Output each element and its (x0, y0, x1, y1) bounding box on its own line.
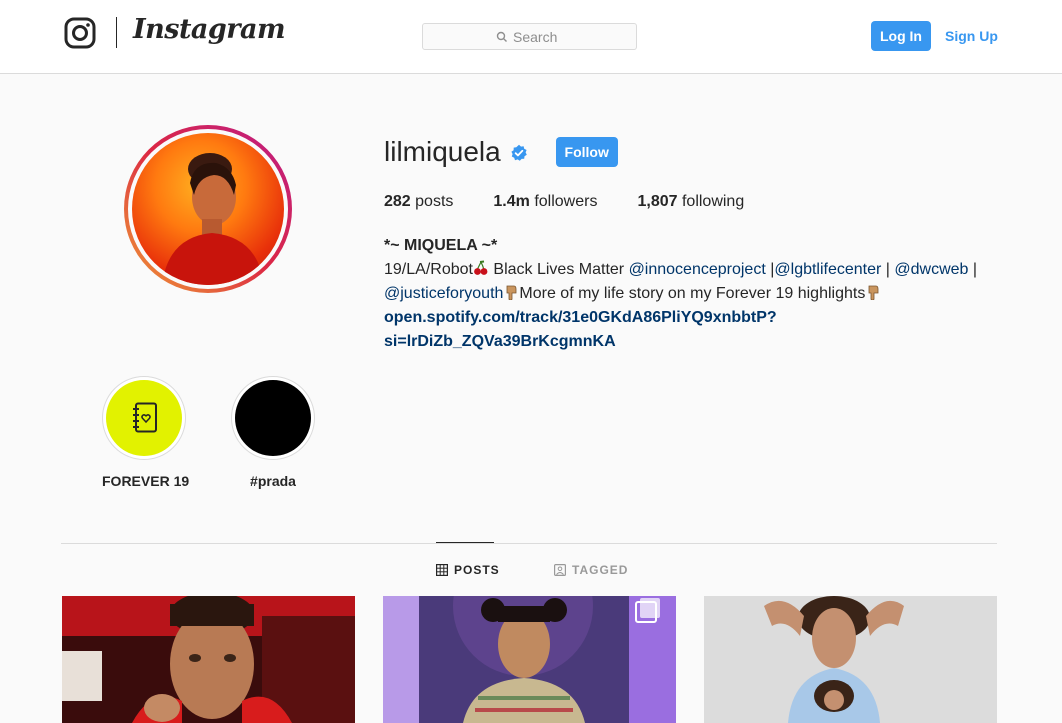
bio-display-name: *~ MIQUELA ~* (384, 237, 498, 254)
avatar-portrait-image (162, 153, 264, 285)
mention-link[interactable]: @justiceforyouth (384, 285, 503, 302)
profile-stats: 282 posts 1.4m followers 1,807 following (384, 193, 784, 211)
post-thumbnail[interactable] (383, 596, 676, 723)
top-navigation-bar: Instagram Log In Sign Up (0, 0, 1062, 74)
bio-text: More of my life story on my Forever 19 h… (519, 285, 866, 302)
follow-button[interactable]: Follow (555, 137, 618, 167)
pointing-down-emoji-icon (868, 285, 879, 300)
avatar-ring-gap (128, 129, 288, 289)
search-icon (496, 31, 507, 42)
highlight-prada[interactable]: #prada (231, 376, 315, 489)
active-tab-indicator (436, 542, 494, 543)
tab-tagged[interactable]: TAGGED (554, 563, 628, 577)
tab-label: TAGGED (572, 563, 629, 577)
profile-bio: *~ MIQUELA ~* 19/LA/Robot Black Lives Ma… (384, 234, 1004, 354)
mention-link[interactable]: @lgbtlifecenter (774, 261, 881, 278)
highlight-label: FOREVER 19 (102, 473, 190, 489)
tag-icon (554, 564, 566, 576)
post-thumbnail[interactable] (704, 596, 997, 723)
pointing-down-emoji-icon (507, 285, 517, 300)
search-box[interactable] (422, 23, 637, 50)
posts-label: posts (415, 193, 454, 210)
profile-header-row: lilmiquela Follow (384, 136, 618, 168)
followers-stat[interactable]: 1.4m followers (493, 193, 597, 211)
mention-link[interactable]: @innocenceproject (629, 261, 766, 278)
profile-avatar-story-ring[interactable] (124, 125, 292, 293)
avatar[interactable] (132, 133, 284, 285)
sign-up-link[interactable]: Sign Up (945, 28, 998, 44)
post-image (704, 596, 997, 723)
highlight-cover (106, 380, 182, 456)
bio-line: 19/LA/Robot Black Lives Matter @innocenc… (384, 258, 1004, 354)
followers-label: followers (534, 193, 598, 210)
notebook-heart-icon (133, 402, 157, 433)
posts-stat: 282 posts (384, 193, 453, 211)
followers-count: 1.4m (493, 193, 530, 210)
posts-count: 282 (384, 193, 411, 210)
highlight-cover (235, 380, 311, 456)
search-input[interactable] (513, 28, 563, 45)
highlight-ring (231, 376, 315, 460)
highlight-ring (102, 376, 186, 460)
profile-username: lilmiquela (384, 136, 501, 167)
mention-link[interactable]: @dwcweb (894, 261, 968, 278)
tabs-divider (61, 543, 997, 544)
bio-external-link[interactable]: open.spotify.com/track/31e0GKdA86PliYQ9x… (384, 309, 777, 350)
bio-separator: | (968, 261, 978, 278)
tab-label: POSTS (454, 563, 500, 577)
highlight-label: #prada (250, 473, 296, 489)
bio-separator: | (881, 261, 895, 278)
post-image (383, 596, 676, 723)
cherries-emoji-icon (474, 260, 488, 275)
verified-badge-icon (511, 144, 527, 161)
bio-text: 19/LA/Robot (384, 261, 473, 278)
logo-divider (116, 17, 117, 48)
following-count: 1,807 (637, 193, 678, 210)
tab-posts[interactable]: POSTS (436, 563, 500, 577)
post-thumbnail[interactable] (62, 596, 355, 723)
following-label: following (681, 193, 745, 210)
highlight-forever-19[interactable]: FOREVER 19 (102, 376, 190, 489)
post-image (62, 596, 355, 723)
log-in-button[interactable]: Log In (871, 21, 931, 51)
instagram-camera-icon[interactable] (64, 17, 96, 49)
bio-text: Black Lives Matter (488, 261, 629, 278)
following-stat[interactable]: 1,807 following (637, 193, 744, 211)
instagram-wordmark-logo[interactable]: Instagram (133, 14, 286, 45)
grid-icon (436, 564, 448, 576)
